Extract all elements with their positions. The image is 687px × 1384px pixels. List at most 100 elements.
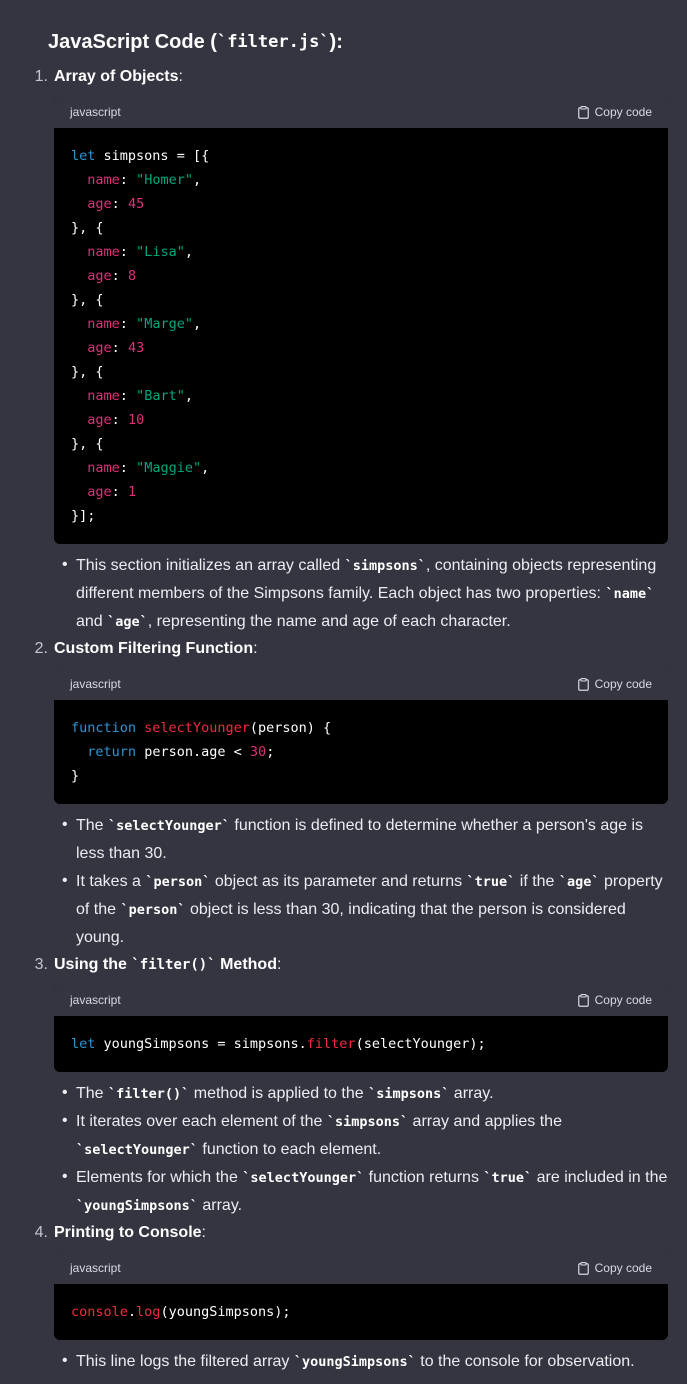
code-content: console.log(youngSimpsons); [54,1284,668,1340]
chat-message: JavaScript Code (`filter.js`): 1. Array … [0,0,687,1384]
text-run: function to each element. [197,1141,382,1158]
title-suffix: : [276,956,282,973]
inline-code: `selectYounger` [76,1142,198,1158]
copy-code-button[interactable]: Copy code [577,105,652,119]
copy-code-button[interactable]: Copy code [577,677,652,691]
code-language: javascript [70,1261,121,1275]
code-content: function selectYounger(person) { return … [54,700,668,804]
code-line: }, { [71,364,104,380]
inline-code: `youngSimpsons` [293,1354,416,1370]
bullet-dot: • [62,816,68,833]
list-number: 2. [34,640,48,657]
code-line: age: 43 [87,340,145,356]
bullet-dot: • [62,1084,68,1101]
title-suffix: : [253,640,258,657]
inline-code: `person` [120,902,186,918]
text-run: , representing the name and age of each … [147,613,511,630]
title-code: `filter()` [131,957,216,973]
inline-code: `youngSimpsons` [76,1198,198,1214]
text-run: method is applied to the [189,1085,369,1102]
code-line: name: "Homer", [87,172,202,188]
title-suffix: : [201,1224,206,1241]
bullet-text: The `filter()` method is applied to the … [76,1080,668,1108]
list-number: 1. [34,68,48,85]
copy-code-label: Copy code [594,1261,652,1275]
copy-code-button[interactable]: Copy code [577,993,652,1007]
code-line: age: 1 [87,484,137,500]
bullet-text: This line logs the filtered array `young… [76,1348,668,1376]
section-heading: JavaScript Code (`filter.js`): [48,28,343,56]
code-line: name: "Lisa", [87,244,193,260]
copy-code-label: Copy code [594,993,652,1007]
list-item-title: Array of Objects: [54,68,183,86]
clipboard-icon [577,105,589,119]
code-line: }, { [71,436,104,452]
clipboard-icon [577,993,589,1007]
list-item-title: Custom Filtering Function: [54,640,258,658]
code-line: age: 10 [87,412,145,428]
code-line: }, { [71,292,104,308]
list-item-title: Printing to Console: [54,1224,206,1242]
copy-code-button[interactable]: Copy code [577,1261,652,1275]
text-run: It iterates over each element of the [76,1113,327,1130]
code-language: javascript [70,677,121,691]
heading-suffix: ): [329,30,343,53]
title-suffix: : [178,68,183,85]
code-block: javascript Copy code let simpsons = [{ n… [54,96,668,544]
clipboard-icon [577,1261,589,1275]
inline-code: `simpsons` [326,1114,409,1130]
text-run: Elements for which the [76,1169,243,1186]
title-text: Using the [54,956,132,973]
bullet-text: This section initializes an array called… [76,552,668,636]
text-run: This section initializes an array called [76,557,345,574]
text-run: function returns [364,1169,484,1186]
bullet-text: Elements for which the `selectYounger` f… [76,1164,668,1220]
code-line: }]; [71,508,96,524]
code-block: javascript Copy code console.log(youngSi… [54,1252,668,1340]
heading-prefix: JavaScript Code ( [48,30,217,53]
title-text: Method [215,956,277,973]
text-run: The [76,817,109,834]
inline-code: `true` [466,874,516,890]
code-line: name: "Bart", [87,388,193,404]
code-content: let youngSimpsons = simpsons.filter(sele… [54,1016,668,1072]
text-run: and [76,613,108,630]
text-run: It takes a [76,873,146,890]
code-content: let simpsons = [{ name: "Homer", age: 45… [54,128,668,544]
bullet-text: It takes a `person` object as its parame… [76,868,668,952]
code-block: javascript Copy code let youngSimpsons =… [54,984,668,1072]
code-line: return person.age < 30; [87,744,275,760]
inline-code: `selectYounger` [108,818,230,834]
code-line: let youngSimpsons = simpsons.filter(sele… [71,1036,486,1052]
copy-code-label: Copy code [594,105,652,119]
heading-code: `filter.js` [216,32,330,52]
inline-code: `selectYounger` [242,1170,365,1186]
code-line: }, { [71,220,104,236]
text-run: are included in the [532,1169,668,1186]
copy-code-label: Copy code [594,677,652,691]
code-line: function selectYounger(person) { [71,720,332,736]
bullet-dot: • [62,1168,68,1185]
bullet-text: The `selectYounger` function is defined … [76,812,668,868]
text-run: array. [197,1197,243,1214]
inline-code: `true` [483,1170,533,1186]
code-language: javascript [70,993,121,1007]
bullet-text: It iterates over each element of the `si… [76,1108,668,1164]
inline-code: `filter()` [108,1086,190,1102]
bullet-dot: • [62,556,68,573]
inline-code: `person` [145,874,211,890]
text-run: array. [449,1085,494,1102]
code-line: } [71,768,80,784]
inline-code: `simpsons` [368,1086,450,1102]
title-text: Array of Objects [54,68,179,85]
list-number: 4. [34,1224,48,1241]
inline-code: `age` [107,614,148,630]
code-line: age: 45 [87,196,145,212]
code-block-header: javascript Copy code [54,1252,668,1284]
inline-code: `name` [605,586,655,602]
code-language: javascript [70,105,121,119]
code-block-header: javascript Copy code [54,984,668,1016]
text-run: if the [515,873,559,890]
code-line: let simpsons = [{ [71,148,210,164]
code-block: javascript Copy code function selectYoun… [54,668,668,804]
